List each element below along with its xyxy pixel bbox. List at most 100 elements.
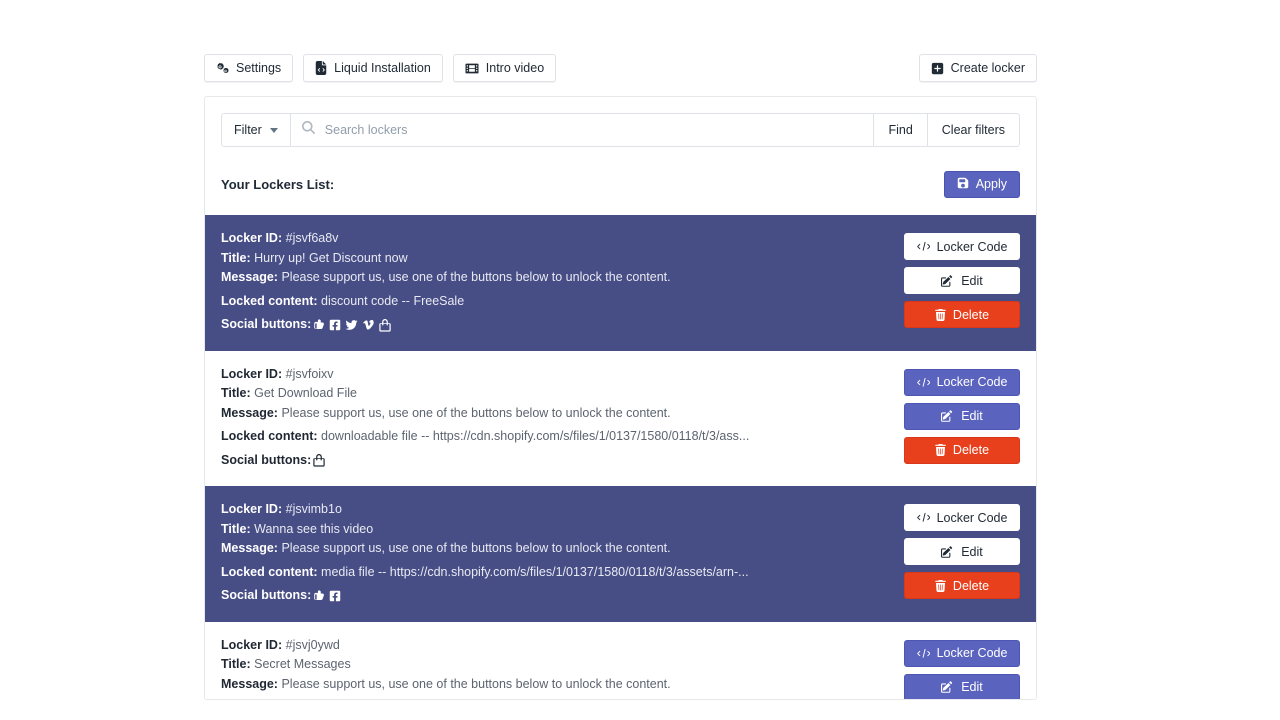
edit-button-label: Edit bbox=[961, 544, 983, 559]
pencil-square-icon bbox=[941, 410, 954, 422]
locker-id-value: #jsvfoixv bbox=[285, 366, 334, 381]
locker-content-row: Locked content: discount code -- FreeSal… bbox=[221, 292, 888, 311]
bag-icon[interactable] bbox=[379, 318, 391, 332]
create-locker-button-label: Create locker bbox=[950, 60, 1025, 75]
edit-button-label: Edit bbox=[961, 273, 983, 288]
film-icon bbox=[465, 62, 479, 75]
locker-id-row: Locker ID: #jsvfoixv bbox=[221, 365, 888, 384]
delete-button-label: Delete bbox=[952, 443, 990, 457]
edit-button-label: Edit bbox=[961, 409, 983, 423]
intro-video-button-label: Intro video bbox=[485, 60, 545, 75]
bag-icon[interactable] bbox=[313, 453, 325, 467]
locker-message-row: Message: Please support us, use one of t… bbox=[221, 268, 888, 287]
locker-code-button-label: Locker Code bbox=[936, 510, 1008, 525]
edit-button[interactable]: Edit bbox=[904, 267, 1020, 294]
social-icons-group bbox=[313, 453, 325, 467]
locker-card[interactable]: Locker ID: #jsvf6a8v Title: Hurry up! Ge… bbox=[205, 215, 1036, 351]
locker-title-value: Get Download File bbox=[254, 386, 357, 400]
edit-button-label: Edit bbox=[961, 680, 983, 694]
social-icons-group bbox=[313, 318, 391, 332]
pencil-square-icon bbox=[941, 545, 954, 558]
gears-icon bbox=[216, 62, 229, 75]
edit-button[interactable]: Edit bbox=[904, 673, 1020, 699]
locker-content-row: Locked content: html bbox=[221, 698, 888, 699]
locker-message-label: Message: bbox=[221, 676, 278, 691]
intro-video-button[interactable]: Intro video bbox=[452, 54, 557, 82]
locker-code-button[interactable]: Locker Code bbox=[904, 368, 1020, 396]
locker-card[interactable]: Locker ID: #jsvj0ywd Title: Secret Messa… bbox=[205, 621, 1036, 700]
top-toolbar: Settings Liquid Installation Intro video bbox=[204, 54, 1037, 82]
locker-title-label: Title: bbox=[221, 521, 251, 536]
social-icons-group bbox=[313, 590, 341, 602]
locker-title-label: Title: bbox=[221, 250, 251, 265]
apply-button[interactable]: Apply bbox=[943, 170, 1020, 198]
locker-code-button[interactable]: Locker Code bbox=[904, 639, 1020, 667]
locker-actions: Locker Code Edit Delete bbox=[904, 233, 1020, 335]
locker-code-button[interactable]: Locker Code bbox=[904, 233, 1020, 260]
filter-dropdown-button[interactable]: Filter bbox=[221, 113, 291, 147]
locker-title-row: Title: Secret Messages bbox=[221, 655, 888, 674]
create-locker-button[interactable]: Create locker bbox=[918, 54, 1037, 82]
social-buttons-label: Social buttons: bbox=[221, 588, 312, 602]
search-field-wrapper[interactable] bbox=[290, 113, 875, 147]
locker-message-row: Message: Please support us, use one of t… bbox=[221, 404, 888, 423]
locker-content-row: Locked content: downloadable file -- htt… bbox=[221, 427, 888, 446]
locker-message-row: Message: Please support us, use one of t… bbox=[221, 539, 888, 558]
delete-button[interactable]: Delete bbox=[904, 436, 1020, 464]
apply-button-label: Apply bbox=[975, 177, 1007, 191]
facebook-icon[interactable] bbox=[329, 319, 341, 331]
list-header-row: Your Lockers List: Apply bbox=[221, 167, 1020, 201]
locker-message-row: Message: Please support us, use one of t… bbox=[221, 675, 888, 694]
code-icon bbox=[916, 241, 930, 252]
twitter-icon[interactable] bbox=[345, 319, 358, 331]
locker-id-value: #jsvf6a8v bbox=[285, 231, 339, 245]
settings-button[interactable]: Settings bbox=[204, 54, 294, 82]
plus-square-icon bbox=[931, 62, 944, 75]
liquid-installation-button[interactable]: Liquid Installation bbox=[303, 54, 443, 82]
trash-icon bbox=[935, 444, 946, 456]
liquid-installation-button-label: Liquid Installation bbox=[334, 60, 431, 75]
locked-content-value: media file -- https://cdn.shopify.com/s/… bbox=[321, 564, 749, 579]
locker-info: Locker ID: #jsvfoixv Title: Get Download… bbox=[221, 365, 888, 471]
locker-title-row: Title: Get Download File bbox=[221, 384, 888, 403]
edit-button[interactable]: Edit bbox=[904, 538, 1020, 565]
trash-icon bbox=[935, 579, 946, 592]
locker-code-button-label: Locker Code bbox=[936, 375, 1008, 389]
locker-title-label: Title: bbox=[221, 657, 251, 671]
locker-card[interactable]: Locker ID: #jsvfoixv Title: Get Download… bbox=[205, 350, 1036, 486]
search-input[interactable] bbox=[322, 122, 863, 138]
locker-title-row: Title: Wanna see this video bbox=[221, 520, 888, 539]
locked-content-value: discount code -- FreeSale bbox=[321, 293, 465, 308]
locker-id-row: Locker ID: #jsvimb1o bbox=[221, 500, 888, 519]
find-button-label: Find bbox=[888, 123, 913, 137]
lockers-list: Locker ID: #jsvf6a8v Title: Hurry up! Ge… bbox=[205, 215, 1036, 700]
clear-filters-button-label: Clear filters bbox=[941, 123, 1005, 137]
pencil-square-icon bbox=[941, 681, 954, 693]
code-icon bbox=[916, 512, 930, 523]
locker-card[interactable]: Locker ID: #jsvimb1o Title: Wanna see th… bbox=[205, 486, 1036, 622]
locker-code-button[interactable]: Locker Code bbox=[904, 504, 1020, 531]
vimeo-icon[interactable] bbox=[362, 319, 375, 331]
locker-info: Locker ID: #jsvj0ywd Title: Secret Messa… bbox=[221, 636, 888, 700]
locker-socials-row: Social buttons: bbox=[221, 315, 888, 334]
social-buttons-label: Social buttons: bbox=[221, 452, 312, 467]
locked-content-value: downloadable file -- https://cdn.shopify… bbox=[321, 429, 750, 443]
locker-socials-row: Social buttons: bbox=[221, 586, 888, 605]
delete-button[interactable]: Delete bbox=[904, 301, 1020, 328]
find-button[interactable]: Find bbox=[874, 113, 928, 147]
locker-content-row: Locked content: media file -- https://cd… bbox=[221, 563, 888, 582]
locker-info: Locker ID: #jsvf6a8v Title: Hurry up! Ge… bbox=[221, 229, 888, 335]
clear-filters-button[interactable]: Clear filters bbox=[927, 113, 1020, 147]
delete-button-label: Delete bbox=[952, 307, 990, 322]
locker-id-value: #jsvj0ywd bbox=[285, 637, 340, 652]
thumbs-up-icon[interactable] bbox=[313, 319, 325, 331]
locker-code-button-label: Locker Code bbox=[936, 646, 1008, 660]
toolbar-right-group: Create locker bbox=[918, 54, 1037, 82]
locker-socials-row: Social buttons: bbox=[221, 451, 888, 470]
thumbs-up-icon[interactable] bbox=[313, 590, 325, 602]
facebook-icon[interactable] bbox=[329, 590, 341, 602]
list-title: Your Lockers List: bbox=[221, 176, 335, 192]
edit-button[interactable]: Edit bbox=[904, 402, 1020, 430]
delete-button[interactable]: Delete bbox=[904, 572, 1020, 599]
locker-title-label: Title: bbox=[221, 386, 251, 400]
